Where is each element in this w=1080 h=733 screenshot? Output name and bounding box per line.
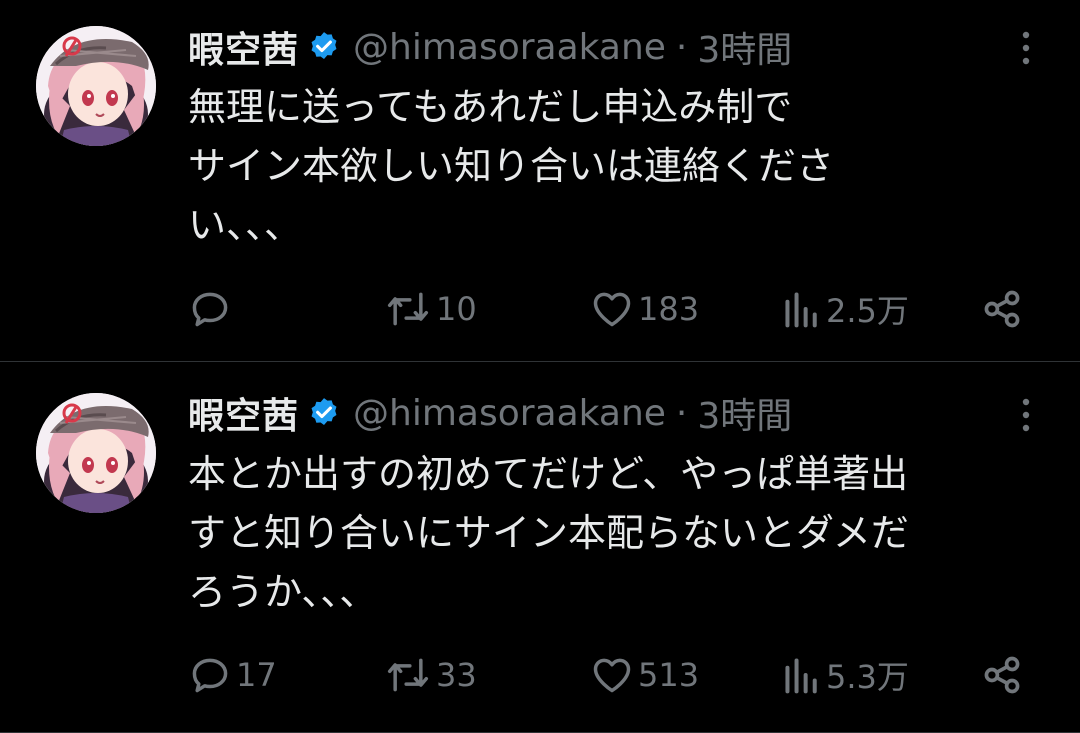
retweet-icon (387, 292, 429, 326)
action-bar: 17 33 513 5.3万 (188, 647, 1028, 703)
share-button[interactable] (980, 647, 1024, 703)
more-vertical-icon[interactable] (1016, 28, 1036, 68)
retweet-count: 10 (436, 290, 477, 328)
reply-icon (192, 658, 228, 693)
retweet-count: 33 (436, 656, 477, 694)
like-button[interactable]: 513 (590, 647, 699, 703)
heart-icon (593, 658, 631, 693)
share-icon (984, 656, 1020, 694)
tweet-header: 暇空茜 @himasoraakane · 3時間 (188, 388, 792, 438)
tweet[interactable]: 暇空茜 @himasoraakane · 3時間 本とか出すの初めてだけど、やっ… (0, 362, 1080, 733)
views-chart-icon (785, 658, 817, 694)
handle[interactable]: @himasoraakane (353, 393, 666, 434)
share-icon (984, 290, 1020, 328)
heart-icon (593, 292, 631, 327)
avatar[interactable] (36, 26, 156, 146)
views-chart-icon (785, 292, 817, 328)
tweet-text-line: い、、、 (188, 203, 303, 247)
tweet-text-line: ろうか、、、 (188, 570, 378, 614)
retweet-button[interactable]: 10 (384, 281, 477, 337)
verified-badge-icon (311, 32, 337, 60)
separator-dot: · (675, 392, 688, 434)
display-name[interactable]: 暇空茜 (188, 387, 299, 439)
tweet-text-line: 本とか出すの初めてだけど、やっぱ単著出 (188, 452, 909, 496)
more-vertical-icon[interactable] (1016, 395, 1036, 435)
views-button[interactable]: 2.5万 (782, 281, 909, 337)
handle[interactable]: @himasoraakane (353, 27, 666, 68)
reply-icon (192, 292, 228, 327)
separator-dot: · (675, 26, 688, 68)
share-button[interactable] (980, 281, 1024, 337)
tweet-text: 本とか出すの初めてだけど、やっぱ単著出 すと知り合いにサイン本配らないとダメだ … (188, 445, 1038, 622)
like-button[interactable]: 183 (590, 281, 699, 337)
view-count: 5.3万 (826, 658, 909, 696)
timeline: 暇空茜 @himasoraakane · 3時間 無理に送ってもあれだし申込み制… (0, 0, 1080, 733)
display-name[interactable]: 暇空茜 (188, 21, 299, 73)
tweet-header: 暇空茜 @himasoraakane · 3時間 (188, 22, 792, 72)
like-count: 183 (638, 290, 700, 328)
avatar-image (36, 26, 156, 146)
tweet-text-line: 無理に送ってもあれだし申込み制で (188, 85, 793, 129)
tweet-text-line: サイン本欲しい知り合いは連絡くださ (188, 144, 835, 188)
tweet-text: 無理に送ってもあれだし申込み制で サイン本欲しい知り合いは連絡くださ い、、、 (188, 78, 1038, 255)
reply-button[interactable]: 17 (188, 647, 277, 703)
retweet-button[interactable]: 33 (384, 647, 477, 703)
view-count: 2.5万 (826, 292, 909, 330)
views-button[interactable]: 5.3万 (782, 647, 909, 703)
tweet[interactable]: 暇空茜 @himasoraakane · 3時間 無理に送ってもあれだし申込み制… (0, 0, 1080, 362)
timestamp[interactable]: 3時間 (697, 387, 792, 439)
avatar-image (36, 393, 156, 513)
verified-badge-icon (311, 398, 337, 426)
avatar[interactable] (36, 393, 156, 513)
reply-count: 17 (236, 656, 277, 694)
tweet-text-line: すと知り合いにサイン本配らないとダメだ (188, 511, 909, 555)
reply-button[interactable] (188, 281, 236, 337)
action-bar: 10 183 2.5万 (188, 281, 1028, 337)
retweet-icon (387, 658, 429, 692)
like-count: 513 (638, 656, 700, 694)
timestamp[interactable]: 3時間 (697, 21, 792, 73)
